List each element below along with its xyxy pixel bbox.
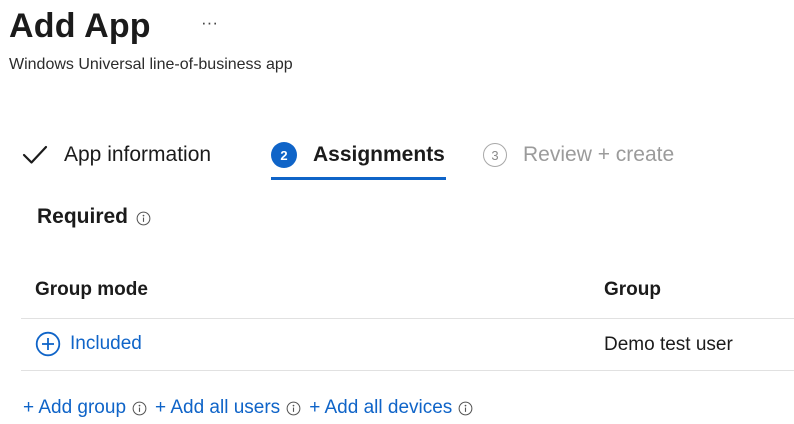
group-mode-value: Included (70, 333, 142, 354)
group-value: Demo test user (604, 334, 733, 355)
info-icon[interactable] (458, 401, 473, 416)
info-icon[interactable] (286, 401, 301, 416)
step-label: App information (64, 143, 212, 166)
table-header: Group mode Group (21, 270, 794, 319)
section-title-label: Required (37, 205, 129, 228)
step-number-badge: 3 (483, 143, 507, 167)
add-group-link[interactable]: + Add group (23, 397, 126, 419)
column-header-group: Group (604, 279, 661, 300)
active-step-indicator (271, 177, 446, 180)
info-icon[interactable] (132, 401, 147, 416)
page-title: Add App (9, 7, 151, 45)
add-all-devices-link[interactable]: + Add all devices (309, 397, 452, 419)
add-all-users-link[interactable]: + Add all users (155, 397, 280, 419)
info-icon[interactable] (136, 211, 151, 226)
step-label: Review + create (523, 143, 675, 166)
included-link[interactable]: Included (35, 331, 142, 357)
section-title-required: Required (37, 205, 151, 229)
add-actions-bar: + Add group + Add all users + Add all de… (23, 397, 481, 419)
check-icon (22, 145, 48, 164)
step-label: Assignments (313, 143, 445, 166)
step-assignments[interactable]: 2 Assignments (271, 138, 445, 172)
table-row: Included Demo test user (21, 319, 794, 371)
step-review-create[interactable]: 3 Review + create (483, 138, 674, 172)
step-app-information[interactable]: App information (22, 138, 211, 172)
plus-circle-icon (35, 331, 61, 357)
page-subtitle: Windows Universal line-of-business app (9, 56, 293, 73)
more-options-button[interactable]: ··· (201, 10, 218, 36)
step-number-badge: 2 (271, 142, 297, 168)
column-header-group-mode: Group mode (35, 279, 148, 300)
